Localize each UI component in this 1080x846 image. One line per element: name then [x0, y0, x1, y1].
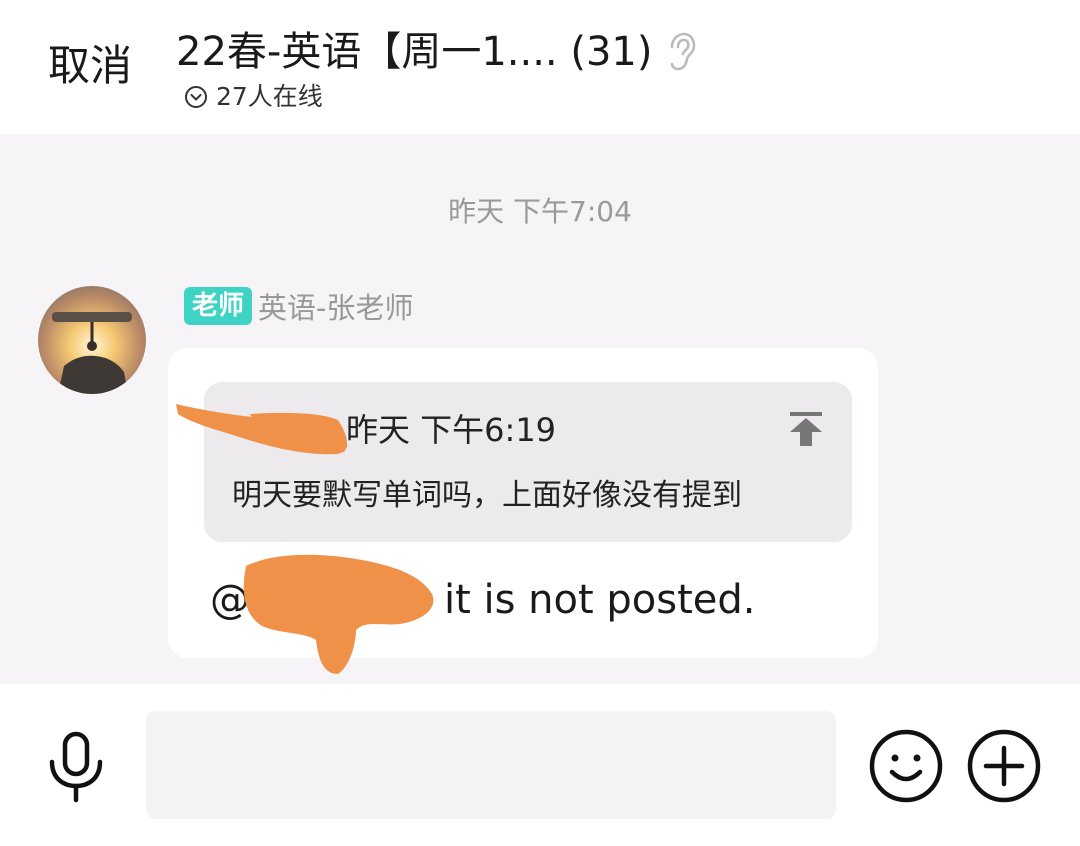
- avatar[interactable]: [38, 286, 146, 394]
- chevron-down-circle-icon: [185, 86, 207, 108]
- quoted-message[interactable]: 昨天 下午6:19 明天要默写单词吗，上面好像没有提到: [204, 382, 852, 542]
- emoji-icon[interactable]: [868, 728, 944, 804]
- sender-row: 老师 英语-张老师: [184, 286, 413, 326]
- chat-title: 22春-英语【周一1.... (31): [176, 29, 653, 75]
- chat-header: 取消 22春-英语【周一1.... (31) 27人在线: [0, 0, 1080, 134]
- quoted-message-time: 昨天 下午6:19: [346, 411, 557, 449]
- cancel-button[interactable]: 取消: [48, 38, 132, 94]
- microphone-icon[interactable]: [46, 730, 106, 804]
- message-bubble[interactable]: 昨天 下午6:19 明天要默写单词吗，上面好像没有提到 @ it is not p…: [168, 348, 878, 658]
- role-badge: 老师: [184, 287, 253, 325]
- input-bar: [0, 684, 1080, 846]
- message-text: @ it is not posted.: [210, 574, 756, 626]
- message-input[interactable]: [146, 711, 836, 819]
- chat-area[interactable]: 昨天 下午7:04 老师 英语-张老师 昨天 下午6:19 明天要默写单词吗，上…: [0, 134, 1080, 684]
- sender-name: 英语-张老师: [258, 291, 414, 325]
- ear-icon[interactable]: [666, 31, 696, 73]
- message-timestamp: 昨天 下午7:04: [448, 195, 632, 228]
- pin-top-icon[interactable]: [788, 410, 824, 448]
- message-body: it is not posted.: [444, 577, 756, 623]
- online-count: 27人在线: [216, 82, 323, 111]
- chat-title-row[interactable]: 22春-英语【周一1.... (31): [176, 24, 696, 80]
- online-status[interactable]: 27人在线: [184, 82, 323, 112]
- quoted-message-text: 明天要默写单词吗，上面好像没有提到: [232, 478, 742, 513]
- plus-circle-icon[interactable]: [966, 728, 1042, 804]
- mention-symbol: @: [210, 577, 250, 623]
